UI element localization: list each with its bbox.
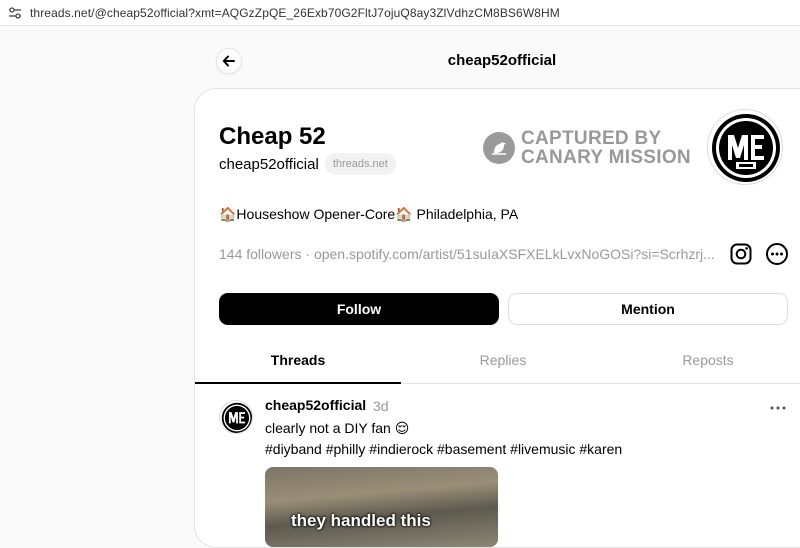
page-title: cheap52official [447,52,557,69]
ellipsis-icon[interactable] [768,401,788,415]
canary-bird-icon [483,132,515,164]
followers-count[interactable]: 144 followers [219,246,302,262]
tab-reposts[interactable]: Reposts [608,352,800,368]
canary-stamp: CAPTURED BY CANARY MISSION [483,129,691,167]
profile-bio: 🏠Houseshow Opener-Core🏠 Philadelphia, PA [219,206,519,222]
profile-handle: cheap52official [219,155,319,173]
profile-link[interactable]: open.spotify.com/artist/51suIaXSFXELkLvx… [314,246,715,262]
stamp-line-2: CANARY MISSION [521,147,691,168]
tab-threads[interactable]: Threads [198,352,398,368]
top-navigation: cheap52official [194,40,800,80]
post-timestamp[interactable]: 3d [373,398,389,414]
profile-avatar[interactable] [707,109,783,185]
browser-url-bar[interactable]: threads.net/@cheap52official?xmt=AQGzZpQ… [0,0,800,26]
handle-row: cheap52official threads.net [219,153,396,175]
profile-display-name: Cheap 52 [219,123,326,150]
tune-icon[interactable] [8,6,22,20]
profile-tabs: Threads Replies Reposts [195,339,800,384]
meta-separator: · [301,246,314,262]
post-media[interactable]: they handled this [265,467,498,547]
profile-meta: 144 followers · open.spotify.com/artist/… [219,246,715,262]
active-tab-indicator [195,382,401,384]
post-author-avatar[interactable] [219,400,253,434]
post-hashtags[interactable]: #diyband #philly #indierock #basement #l… [265,441,622,457]
tab-replies[interactable]: Replies [403,352,603,368]
media-caption: they handled this [291,511,431,530]
follow-button[interactable]: Follow [219,293,499,325]
more-circle-icon[interactable] [765,242,789,266]
mention-button[interactable]: Mention [508,293,788,325]
url-text[interactable]: threads.net/@cheap52official?xmt=AQGzZpQ… [30,6,560,20]
post-text: clearly not a DIY fan 😌 [265,420,410,436]
instagram-icon[interactable] [729,242,753,266]
stamp-line-1: CAPTURED BY [521,128,662,149]
domain-chip[interactable]: threads.net [324,153,396,175]
profile-card: Cheap 52 cheap52official threads.net CAP… [194,88,800,548]
post-author[interactable]: cheap52official [265,397,366,413]
